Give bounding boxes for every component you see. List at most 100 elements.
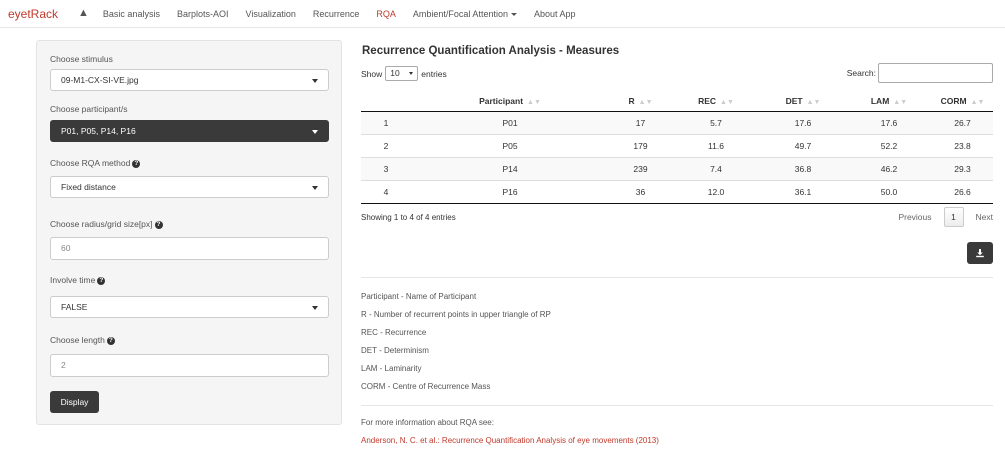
app-brand[interactable]: eyetRack (8, 7, 58, 21)
sort-icon: ▲▼ (527, 98, 541, 106)
divider (361, 405, 993, 406)
sort-icon: ▲▼ (720, 98, 734, 106)
radius-label: Choose radius/grid size[px]? (50, 219, 163, 229)
involve-time-label-text: Involve time (50, 275, 96, 285)
display-button[interactable]: Display (50, 391, 99, 413)
table-cell: 36.1 (760, 179, 846, 204)
nav-visualization[interactable]: Visualization (245, 9, 295, 19)
radius-input[interactable]: 60 (50, 237, 329, 260)
column-header-r[interactable]: R ▲▼ (609, 91, 672, 112)
entries-select[interactable]: 10 (385, 66, 419, 81)
table-cell: 4 (361, 179, 411, 204)
table-cell: P16 (411, 179, 609, 204)
search-input[interactable] (878, 63, 993, 83)
table-cell: 17 (609, 110, 672, 134)
legend-item: REC - Recurrence (361, 328, 427, 337)
table-header-row: Participant ▲▼ R ▲▼ REC ▲▼ DET ▲▼ LAM ▲▼ CORM… (361, 91, 993, 112)
stimulus-label: Choose stimulus (50, 54, 113, 64)
length-input[interactable]: 2 (50, 354, 329, 377)
column-header-label: LAM (870, 95, 890, 106)
dropdown-arrow-icon (312, 186, 318, 190)
stimulus-select[interactable]: 09-M1-CX-SI-VE.jpg (50, 69, 329, 91)
nav-ambient-focal-dropdown[interactable]: Ambient/Focal Attention (413, 9, 517, 19)
table-cell: 50.0 (846, 179, 932, 204)
entries-length-control: Show 10 entries (361, 66, 447, 81)
table-cell: 2 (361, 133, 411, 157)
pagination-page[interactable]: 1 (943, 207, 964, 227)
table-cell: 17.6 (760, 110, 846, 134)
question-circle-icon[interactable]: ? (154, 220, 163, 229)
stimulus-value: 09-M1-CX-SI-VE.jpg (61, 75, 139, 85)
top-navbar: eyetRack ▲ Basic analysis Barplots-AOI V… (0, 0, 1005, 28)
question-circle-icon[interactable]: ? (106, 336, 115, 345)
column-header-corm[interactable]: CORM ▲▼ (932, 91, 993, 112)
column-header-lam[interactable]: LAM ▲▼ (846, 91, 932, 112)
table-cell: 12.0 (672, 179, 760, 204)
column-header-rec[interactable]: REC ▲▼ (672, 91, 760, 112)
legend-item: LAM - Laminarity (361, 364, 422, 373)
question-circle-icon[interactable]: ? (97, 276, 106, 285)
nav-rqa[interactable]: RQA (376, 9, 396, 19)
page-title: Recurrence Quantification Analysis - Mea… (362, 45, 620, 57)
column-header-label: Participant (479, 95, 524, 106)
table-cell: 36.8 (760, 156, 846, 180)
table-cell: 23.8 (932, 133, 993, 157)
legend-item: DET - Determinism (361, 346, 429, 355)
home-icon[interactable]: ▲ (78, 8, 89, 19)
table-cell: 5.7 (672, 110, 760, 134)
involve-time-select[interactable]: FALSE (50, 296, 329, 318)
dropdown-arrow-icon (312, 306, 318, 310)
rqa-method-label: Choose RQA method? (50, 158, 141, 168)
nav-ambient-focal-label: Ambient/Focal Attention (412, 8, 508, 19)
involve-time-label: Involve time? (50, 275, 106, 285)
table-cell: 26.6 (932, 179, 993, 204)
more-info-text: For more information about RQA see: (361, 418, 494, 427)
sort-icon: ▲▼ (893, 98, 908, 106)
involve-time-value: FALSE (61, 302, 88, 312)
sort-icon: ▲▼ (638, 98, 653, 106)
length-label-text: Choose length (50, 335, 105, 345)
rqa-method-select[interactable]: Fixed distance (50, 176, 329, 198)
dropdown-arrow-icon (312, 130, 318, 134)
reference-link[interactable]: Anderson, N. C. et al.: Recurrence Quant… (361, 436, 659, 445)
pagination-previous[interactable]: Previous (898, 212, 931, 222)
table-cell: 3 (361, 156, 411, 180)
table-cell: 52.2 (846, 133, 932, 157)
column-header-participant[interactable]: Participant ▲▼ (411, 91, 609, 112)
radius-label-text: Choose radius/grid size[px] (50, 219, 153, 229)
column-header-det[interactable]: DET ▲▼ (760, 91, 846, 112)
legend-item: CORM - Centre of Recurrence Mass (361, 382, 491, 391)
nav-recurrence[interactable]: Recurrence (313, 9, 360, 19)
entries-value: 10 (390, 68, 400, 78)
divider (361, 277, 993, 278)
sort-icon: ▲▼ (806, 98, 821, 106)
pagination-next[interactable]: Next (976, 212, 993, 222)
column-header-index[interactable] (361, 91, 411, 112)
legend-item: Participant - Name of Participant (361, 292, 477, 301)
table-row[interactable]: 3 P14 239 7.4 36.8 46.2 29.3 (361, 156, 993, 180)
download-icon (976, 249, 984, 258)
sort-icon: ▲▼ (970, 98, 985, 106)
table-cell: P05 (411, 133, 609, 157)
participant-label: Choose participant/s (50, 104, 128, 114)
download-button[interactable] (967, 242, 993, 264)
nav-barplots-aoi[interactable]: Barplots-AOI (177, 9, 229, 19)
nav-basic-analysis[interactable]: Basic analysis (103, 9, 160, 19)
rqa-method-value: Fixed distance (61, 182, 116, 192)
table-cell: P14 (411, 156, 609, 180)
length-label: Choose length? (50, 335, 115, 345)
table-row[interactable]: 1 P01 17 5.7 17.6 17.6 26.7 (361, 110, 993, 134)
table-cell: 11.6 (672, 133, 760, 157)
caret-down-icon (510, 12, 517, 16)
table-cell: 49.7 (760, 133, 846, 157)
table-row[interactable]: 2 P05 179 11.6 49.7 52.2 23.8 (361, 133, 993, 157)
table-row[interactable]: 4 P16 36 12.0 36.1 50.0 26.6 (361, 179, 993, 204)
nav-about-app[interactable]: About App (534, 9, 576, 19)
participant-select[interactable]: P01, P05, P14, P16 (50, 120, 329, 142)
table-cell: 26.7 (932, 110, 993, 134)
participant-value: P01, P05, P14, P16 (61, 126, 136, 136)
question-circle-icon[interactable]: ? (132, 159, 141, 168)
table-cell: P01 (411, 110, 609, 134)
pagination: Previous 1 Next (898, 207, 993, 227)
rqa-method-label-text: Choose RQA method (50, 158, 131, 168)
